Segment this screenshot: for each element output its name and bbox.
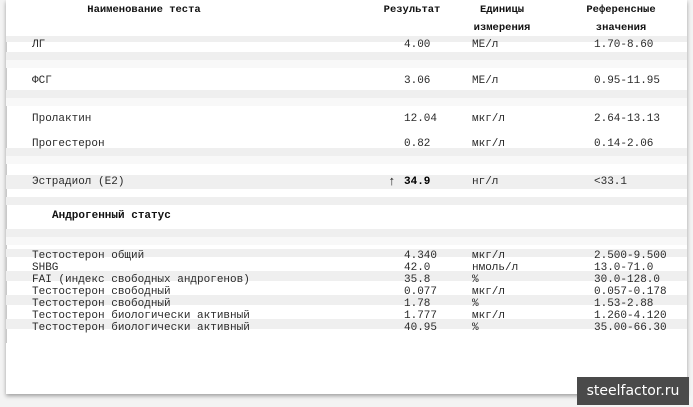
watermark-badge: steelfactor.ru [577, 377, 689, 405]
test-result: 12.04 [404, 113, 438, 125]
section-title-androgen: Андрогенный статус [52, 210, 171, 222]
test-result: 40.95 [404, 322, 438, 334]
test-name: Эстрадиол (E2) [32, 176, 125, 188]
test-reference: 0.95-11.95 [594, 75, 661, 87]
header-test-name: Наименование теста [87, 4, 201, 16]
test-result: 3.06 [404, 75, 431, 87]
test-unit: МЕ/л [472, 39, 499, 51]
test-reference: 2.64-13.13 [594, 113, 661, 125]
test-unit: нг/л [472, 176, 499, 188]
row-shading [6, 237, 687, 245]
header-units-line1: Единицы [479, 4, 525, 16]
test-unit: мкг/л [472, 138, 506, 150]
test-result-high: 34.9 [404, 176, 431, 188]
header-units-line2: измерения [473, 22, 531, 34]
row-shading [6, 90, 687, 98]
table-row: Прогестерон 0.82 мкг/л 0.14-2.06 [30, 137, 687, 151]
test-result: 4.00 [404, 39, 431, 51]
header-reference-line1: Референсные [586, 4, 656, 16]
up-arrow-icon: ↑ [388, 174, 396, 189]
test-unit: % [472, 322, 479, 334]
header-reference-line2: значения [595, 22, 647, 34]
row-shading [6, 98, 687, 106]
row-shading [6, 156, 687, 164]
test-name: Прогестерон [32, 138, 105, 150]
test-result: 0.82 [404, 138, 431, 150]
test-name: ЛГ [32, 39, 46, 51]
table-row: ФСГ 3.06 МЕ/л 0.95-11.95 [30, 74, 687, 88]
row-shading [6, 197, 687, 205]
test-reference: 1.70-8.60 [594, 39, 654, 51]
test-unit: МЕ/л [472, 75, 499, 87]
test-unit: мкг/л [472, 113, 506, 125]
row-shading [6, 60, 687, 68]
test-name: Тестостерон биологически активный [32, 322, 250, 334]
lab-results-sheet: Наименование теста Результат Единицы изм… [6, 0, 687, 394]
test-name: ФСГ [32, 75, 52, 87]
test-reference: 0.14-2.06 [594, 138, 654, 150]
table-row-flagged: Эстрадиол (E2) ↑ 34.9 нг/л <33.1 [30, 175, 687, 189]
test-name: Пролактин [32, 113, 92, 125]
row-shading [6, 52, 687, 60]
table-row: Пролактин 12.04 мкг/л 2.64-13.13 [30, 112, 687, 126]
test-reference: 35.00-66.30 [594, 322, 667, 334]
table-row: Тестостерон биологически активный 40.95 … [30, 321, 687, 335]
header-result: Результат [383, 4, 441, 16]
table-header: Наименование теста Результат Единицы изм… [6, 0, 687, 37]
table-row: ЛГ 4.00 МЕ/л 1.70-8.60 [30, 38, 687, 52]
test-reference: <33.1 [594, 176, 628, 188]
row-shading [6, 229, 687, 237]
